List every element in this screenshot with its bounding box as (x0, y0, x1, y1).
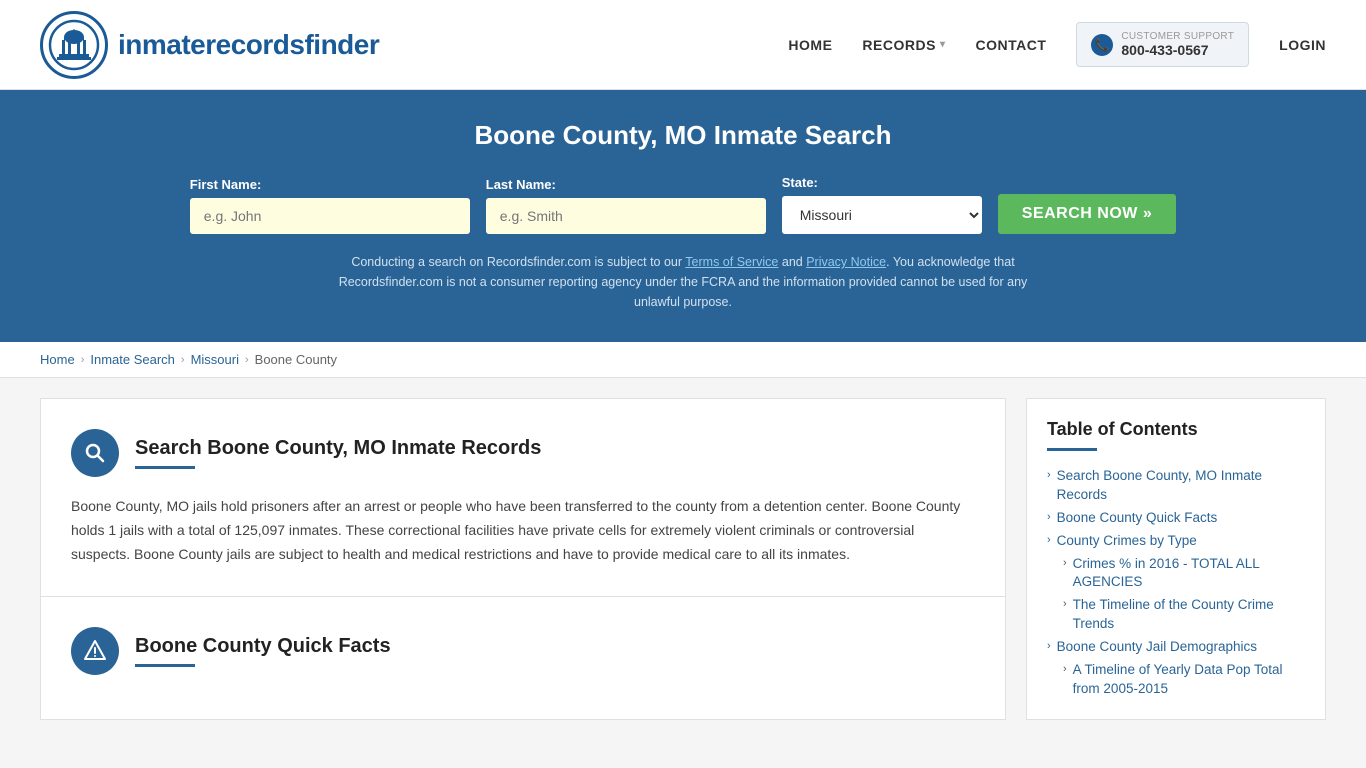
breadcrumb: Home › Inmate Search › Missouri › Boone … (0, 342, 1366, 378)
search-button[interactable]: SEARCH NOW » (998, 194, 1176, 234)
toc-list: › Search Boone County, MO Inmate Records… (1047, 467, 1305, 699)
toc-link-1[interactable]: Boone County Quick Facts (1057, 509, 1218, 528)
section2-header: Boone County Quick Facts (71, 627, 975, 675)
left-column: Search Boone County, MO Inmate Records B… (40, 398, 1006, 720)
breadcrumb-sep-2: › (181, 354, 185, 366)
toc-link-3[interactable]: Crimes % in 2016 - TOTAL ALL AGENCIES (1073, 555, 1305, 593)
section1-header: Search Boone County, MO Inmate Records (71, 429, 975, 477)
support-label: CUSTOMER SUPPORT (1121, 31, 1234, 42)
disclaimer-text: Conducting a search on Recordsfinder.com… (333, 252, 1033, 312)
toc-item-3: › Crimes % in 2016 - TOTAL ALL AGENCIES (1047, 555, 1305, 593)
section-inmate-records: Search Boone County, MO Inmate Records B… (40, 398, 1006, 596)
toc-chevron-2: › (1047, 534, 1051, 546)
section2-underline (135, 664, 195, 667)
toc-item-2: › County Crimes by Type (1047, 532, 1305, 551)
privacy-link[interactable]: Privacy Notice (806, 255, 886, 269)
support-number: 800-433-0567 (1121, 42, 1234, 58)
section1-title-block: Search Boone County, MO Inmate Records (135, 437, 541, 469)
phone-icon: 📞 (1091, 34, 1113, 56)
toc-link-5[interactable]: Boone County Jail Demographics (1057, 638, 1257, 657)
last-name-label: Last Name: (486, 177, 556, 192)
toc-underline (1047, 448, 1097, 451)
main-nav: HOME RECORDS ▾ CONTACT 📞 CUSTOMER SUPPOR… (788, 22, 1326, 67)
toc-item-6: › A Timeline of Yearly Data Pop Total fr… (1047, 661, 1305, 699)
terms-link[interactable]: Terms of Service (685, 255, 778, 269)
logo-text-regular: inmaterecords (118, 29, 304, 60)
customer-support-button[interactable]: 📞 CUSTOMER SUPPORT 800-433-0567 (1076, 22, 1249, 67)
last-name-group: Last Name: (486, 177, 766, 234)
header: inmaterecordsfinder HOME RECORDS ▾ CONTA… (0, 0, 1366, 90)
section2-title: Boone County Quick Facts (135, 635, 391, 658)
breadcrumb-county: Boone County (255, 352, 337, 367)
toc-chevron-4: › (1063, 598, 1067, 610)
nav-records-label: RECORDS (862, 37, 936, 53)
logo-icon (40, 11, 108, 79)
toc-title: Table of Contents (1047, 419, 1305, 440)
toc-chevron-5: › (1047, 640, 1051, 652)
toc-link-6[interactable]: A Timeline of Yearly Data Pop Total from… (1073, 661, 1305, 699)
toc-chevron-1: › (1047, 511, 1051, 523)
hero-section: Boone County, MO Inmate Search First Nam… (0, 90, 1366, 342)
support-text: CUSTOMER SUPPORT 800-433-0567 (1121, 31, 1234, 58)
toc-item-5: › Boone County Jail Demographics (1047, 638, 1305, 657)
logo-text-bold: finder (304, 29, 379, 60)
nav-home[interactable]: HOME (788, 37, 832, 53)
hero-title: Boone County, MO Inmate Search (40, 120, 1326, 151)
login-button[interactable]: LOGIN (1279, 37, 1326, 53)
section1-title: Search Boone County, MO Inmate Records (135, 437, 541, 460)
breadcrumb-sep-3: › (245, 354, 249, 366)
first-name-group: First Name: (190, 177, 470, 234)
toc-link-4[interactable]: The Timeline of the County Crime Trends (1073, 596, 1305, 634)
breadcrumb-sep-1: › (81, 354, 85, 366)
toc-chevron-0: › (1047, 469, 1051, 481)
breadcrumb-state[interactable]: Missouri (191, 352, 239, 367)
section2-title-block: Boone County Quick Facts (135, 635, 391, 667)
breadcrumb-inmate-search[interactable]: Inmate Search (90, 352, 175, 367)
table-of-contents: Table of Contents › Search Boone County,… (1026, 398, 1326, 720)
search-form: First Name: Last Name: State: Missouri S… (40, 175, 1326, 234)
toc-item-1: › Boone County Quick Facts (1047, 509, 1305, 528)
toc-link-2[interactable]: County Crimes by Type (1057, 532, 1197, 551)
toc-item-0: › Search Boone County, MO Inmate Records (1047, 467, 1305, 505)
first-name-input[interactable] (190, 198, 470, 234)
logo-area: inmaterecordsfinder (40, 11, 379, 79)
toc-chevron-3: › (1063, 557, 1067, 569)
state-group: State: Missouri (782, 175, 982, 234)
section1-body: Boone County, MO jails hold prisoners af… (71, 495, 975, 566)
records-chevron-icon: ▾ (940, 39, 946, 50)
breadcrumb-home[interactable]: Home (40, 352, 75, 367)
toc-link-0[interactable]: Search Boone County, MO Inmate Records (1057, 467, 1305, 505)
state-select[interactable]: Missouri (782, 196, 982, 234)
nav-records[interactable]: RECORDS ▾ (862, 37, 945, 53)
section1-underline (135, 466, 195, 469)
warning-section-icon (71, 627, 119, 675)
section-quick-facts: Boone County Quick Facts (40, 596, 1006, 720)
last-name-input[interactable] (486, 198, 766, 234)
search-section-icon (71, 429, 119, 477)
main-content: Search Boone County, MO Inmate Records B… (0, 378, 1366, 740)
right-sidebar: Table of Contents › Search Boone County,… (1026, 398, 1326, 720)
toc-chevron-6: › (1063, 663, 1067, 675)
state-label: State: (782, 175, 818, 190)
logo-text: inmaterecordsfinder (118, 29, 379, 61)
toc-item-4: › The Timeline of the County Crime Trend… (1047, 596, 1305, 634)
nav-contact[interactable]: CONTACT (975, 37, 1046, 53)
first-name-label: First Name: (190, 177, 262, 192)
